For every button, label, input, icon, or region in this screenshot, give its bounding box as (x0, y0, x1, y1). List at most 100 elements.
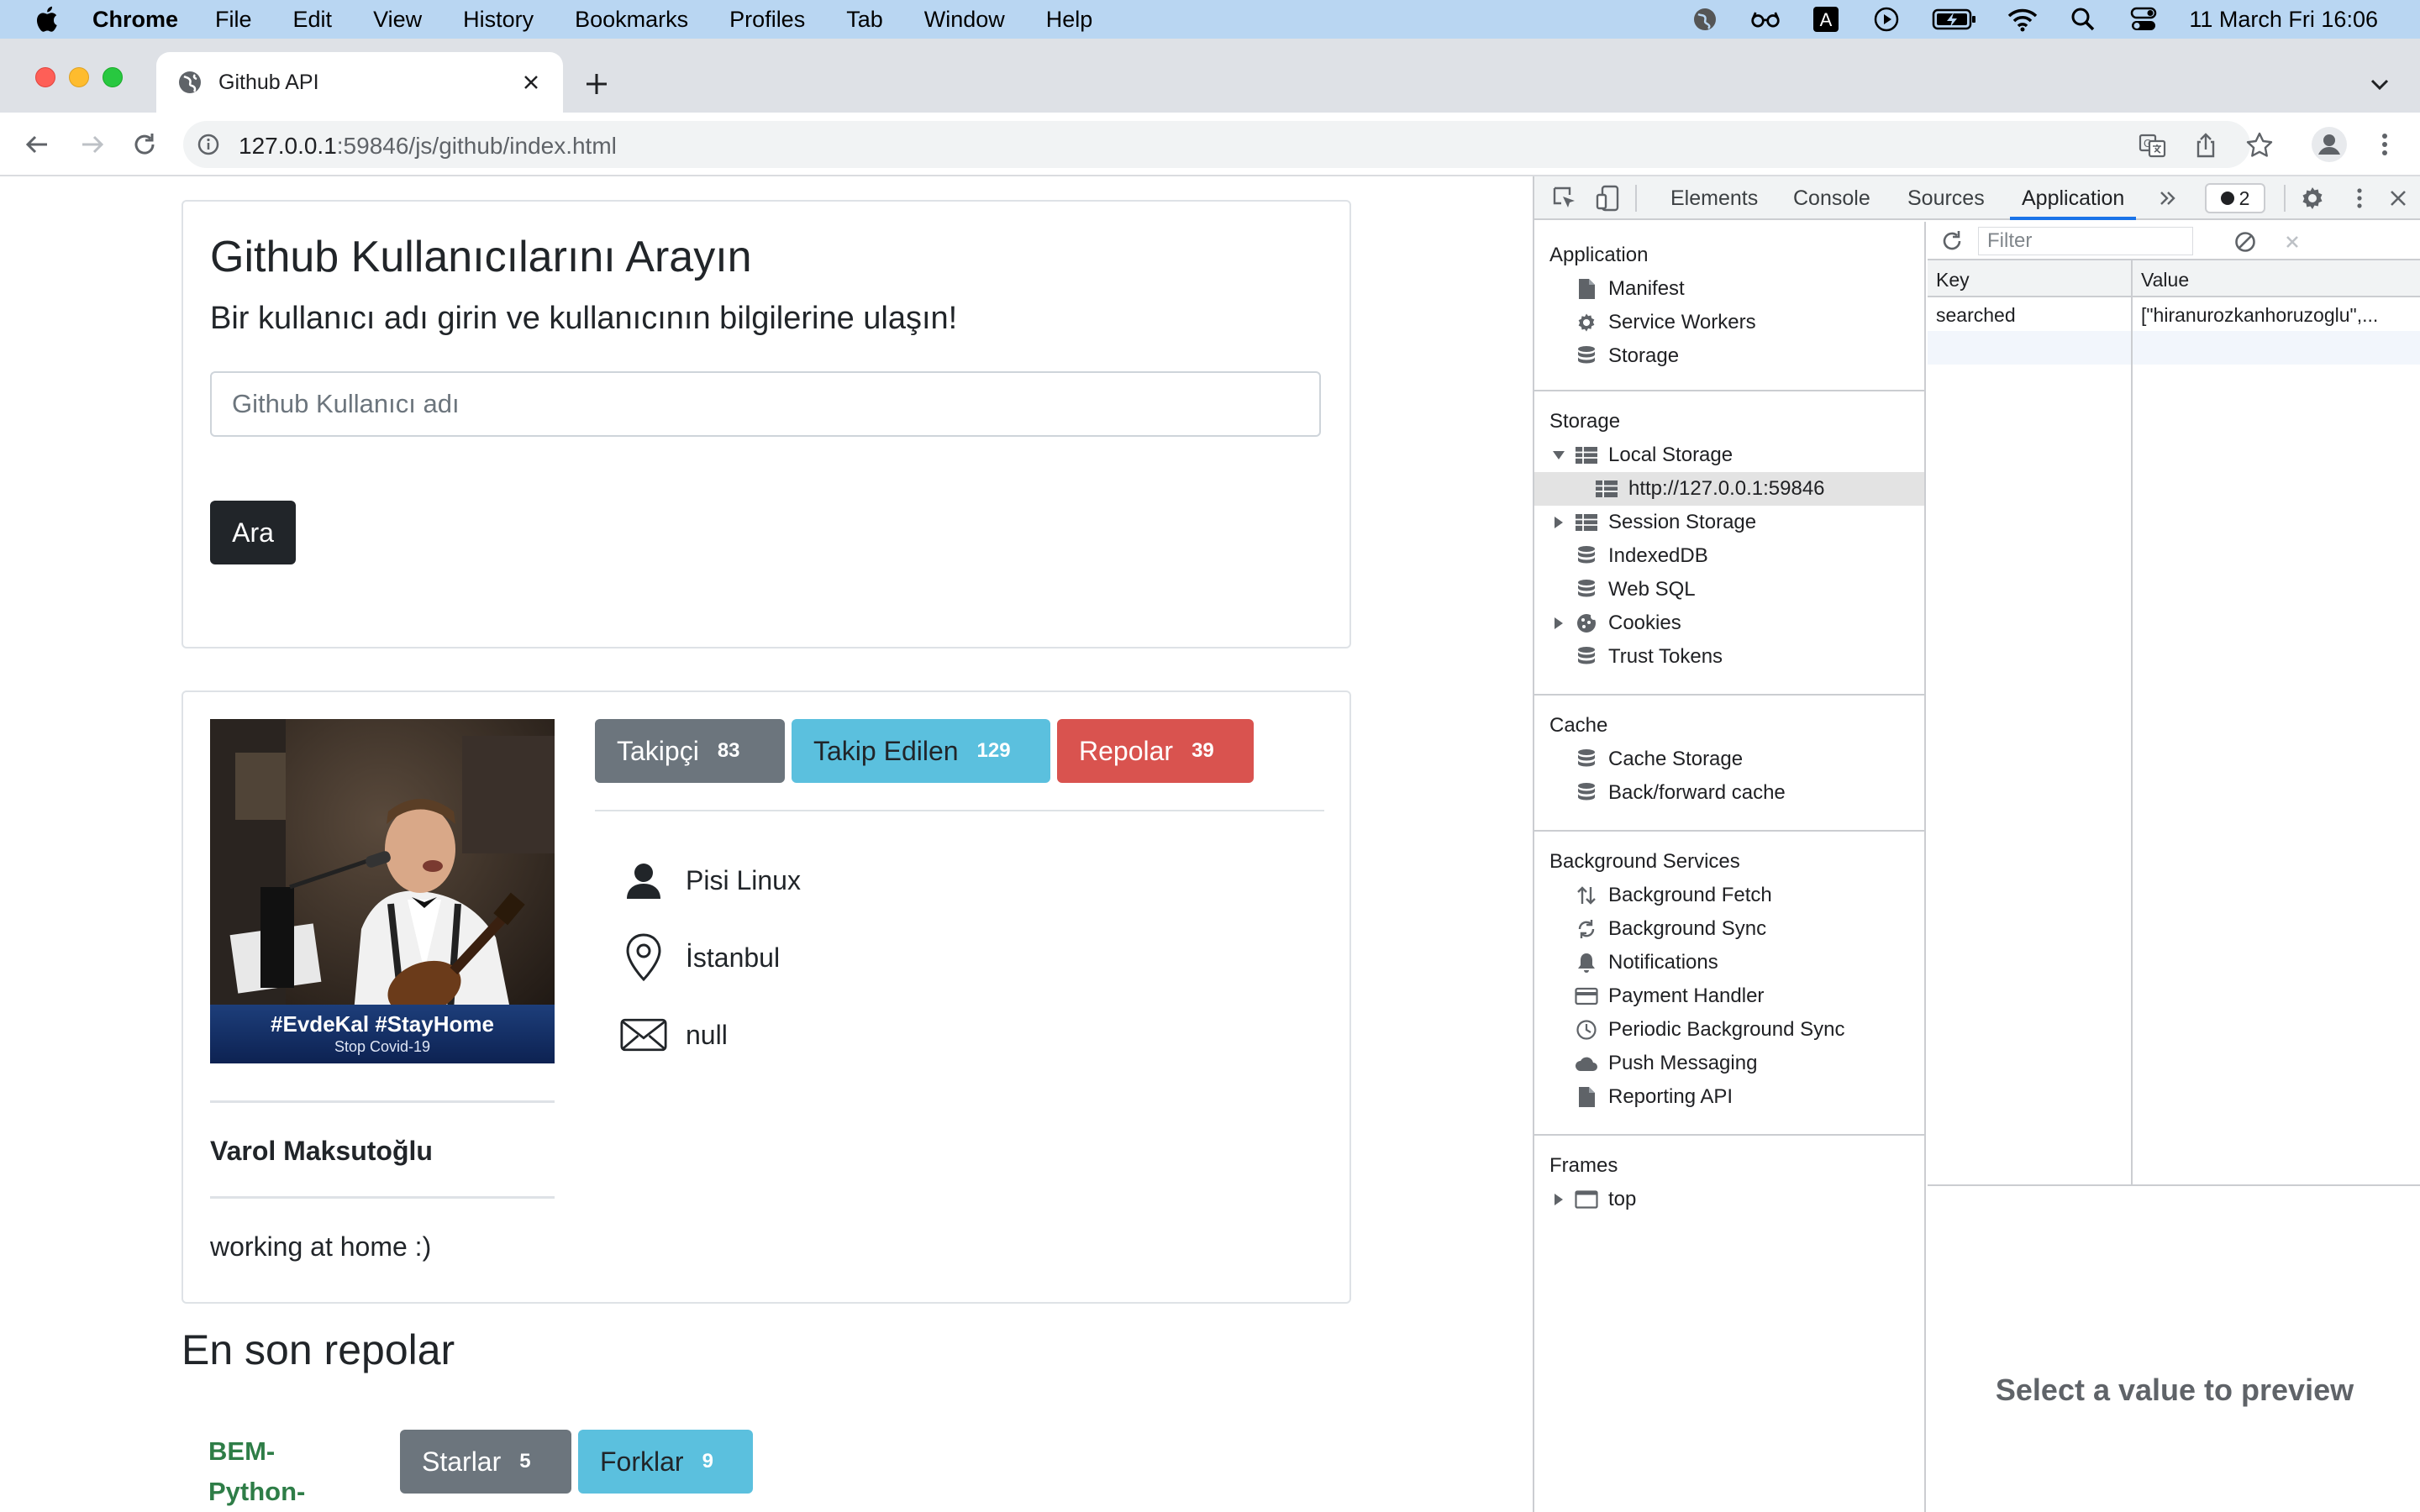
expanded-triangle-icon[interactable] (1551, 448, 1566, 463)
sidebar-item-bfcache[interactable]: Back/forward cache (1534, 776, 1924, 810)
menu-history[interactable]: History (463, 7, 534, 33)
sidebar-item-cache-storage[interactable]: Cache Storage (1534, 743, 1924, 776)
devtools-tab-console[interactable]: Console (1793, 186, 1870, 211)
apple-logo-icon[interactable] (32, 4, 59, 34)
sidebar-item-local-storage[interactable]: Local Storage (1534, 438, 1924, 472)
collapsed-triangle-icon[interactable] (1551, 616, 1566, 631)
share-icon[interactable] (2191, 131, 2220, 160)
sidebar-item-payment-handler[interactable]: Payment Handler (1534, 979, 1924, 1013)
devtools-tab-sources[interactable]: Sources (1907, 186, 1985, 211)
collapsed-triangle-icon[interactable] (1551, 515, 1566, 530)
window-close-button[interactable] (35, 67, 55, 87)
sidebar-item-indexeddb[interactable]: IndexedDB (1534, 539, 1924, 573)
menu-bookmarks[interactable]: Bookmarks (575, 7, 688, 33)
menu-tab[interactable]: Tab (846, 7, 883, 33)
keyboard-input-icon[interactable]: A (1811, 4, 1841, 34)
forks-button[interactable]: Forklar 9 (578, 1430, 753, 1494)
sidebar-item-manifest[interactable]: Manifest (1534, 272, 1924, 306)
avatar[interactable]: #EvdeKal #StayHome Stop Covid-19 (210, 719, 555, 1063)
company-text: Pisi Linux (686, 864, 801, 895)
following-button[interactable]: Takip Edilen 129 (792, 719, 1050, 783)
delete-selected-x-icon[interactable] (2281, 230, 2304, 254)
sidebar-item-notifications[interactable]: Notifications (1534, 946, 1924, 979)
tab-search-chevron-icon[interactable] (2365, 69, 2395, 99)
filter-input[interactable] (1978, 227, 2193, 255)
more-tabs-chevron-icon[interactable] (2154, 185, 2181, 212)
issues-counter-button[interactable]: 2 (2205, 183, 2265, 213)
menubar-clock[interactable]: 11 March Fri 16:06 (2189, 7, 2378, 33)
menu-window[interactable]: Window (924, 7, 1005, 33)
devtools-tab-elements[interactable]: Elements (1670, 186, 1758, 211)
stars-button[interactable]: Starlar 5 (400, 1430, 571, 1494)
inspect-element-icon[interactable] (1551, 185, 1578, 212)
sidebar-item-background-sync[interactable]: Background Sync (1534, 912, 1924, 946)
table-row[interactable]: searched ["hiranurozkanhoruzoglu",... (1928, 297, 2420, 331)
sidebar-item-frame-top[interactable]: top (1534, 1183, 1924, 1216)
forward-arrow-icon[interactable] (76, 128, 109, 161)
chrome-menu-icon[interactable] (2368, 128, 2402, 161)
sidebar-item-session-storage[interactable]: Session Storage (1534, 506, 1924, 539)
column-header-value[interactable]: Value (2141, 269, 2189, 291)
control-center-icon[interactable] (2128, 4, 2159, 34)
avatar-caption-main: #EvdeKal #StayHome (271, 1011, 494, 1037)
menu-edit[interactable]: Edit (293, 7, 333, 33)
sidebar-section-background-services: Background Services (1549, 850, 1740, 873)
refresh-icon[interactable] (1939, 228, 1965, 254)
site-info-icon[interactable] (197, 133, 220, 156)
sidebar-item-push-messaging[interactable]: Push Messaging (1534, 1047, 1924, 1080)
window-minimize-button[interactable] (69, 67, 89, 87)
followers-button[interactable]: Takipçi 83 (595, 719, 785, 783)
sidebar-item-local-origin[interactable]: http://127.0.0.1:59846 (1534, 472, 1924, 506)
sidebar-item-service-workers[interactable]: Service Workers (1534, 306, 1924, 339)
battery-icon[interactable] (1932, 4, 1977, 34)
menu-profiles[interactable]: Profiles (729, 7, 805, 33)
sidebar-section-storage: Storage (1549, 410, 1621, 433)
address-bar[interactable]: 127.0.0.1:59846/js/github/index.html G (183, 121, 2273, 168)
column-header-key[interactable]: Key (1936, 269, 1970, 291)
database-icon (1575, 578, 1598, 601)
sidebar-item-cookies[interactable]: Cookies (1534, 606, 1924, 640)
spotlight-search-icon[interactable] (2068, 4, 2098, 34)
globe-icon[interactable] (1690, 4, 1720, 34)
menu-app-name[interactable]: Chrome (92, 7, 178, 33)
reload-icon[interactable] (128, 128, 161, 161)
settings-gear-icon[interactable] (2299, 185, 2326, 212)
search-subtitle: Bir kullanıcı adı girin ve kullanıcının … (210, 301, 958, 336)
sidebar-item-reporting-api[interactable]: Reporting API (1534, 1080, 1924, 1114)
play-icon[interactable] (1871, 4, 1902, 34)
devtools-tab-application[interactable]: Application (2022, 186, 2124, 211)
sidebar-item-storage[interactable]: Storage (1534, 339, 1924, 373)
empty-table-row[interactable] (1928, 331, 2420, 365)
github-username-input[interactable] (210, 371, 1321, 437)
following-count: 129 (976, 739, 1011, 762)
wifi-icon[interactable] (2007, 4, 2038, 34)
search-button[interactable]: Ara (210, 501, 296, 564)
cloud-icon (1575, 1052, 1598, 1075)
profile-avatar-icon[interactable] (2311, 126, 2348, 163)
glasses-icon[interactable] (1750, 4, 1781, 34)
menu-help[interactable]: Help (1046, 7, 1093, 33)
device-toolbar-icon[interactable] (1595, 185, 1622, 212)
window-zoom-button[interactable] (103, 67, 123, 87)
url-text[interactable]: 127.0.0.1:59846/js/github/index.html (239, 133, 617, 160)
translate-icon[interactable]: G (2138, 131, 2166, 160)
bookmark-star-icon[interactable] (2245, 131, 2274, 160)
new-tab-plus-icon[interactable] (580, 67, 613, 101)
close-devtools-icon[interactable] (2385, 185, 2412, 212)
collapsed-triangle-icon[interactable] (1551, 1192, 1566, 1207)
back-arrow-icon[interactable] (20, 128, 54, 161)
devtools-menu-icon[interactable] (2346, 185, 2373, 212)
clear-all-block-icon[interactable] (2233, 230, 2257, 254)
repo-link[interactable]: BEM- Python- (208, 1431, 343, 1512)
menu-view[interactable]: View (373, 7, 422, 33)
menu-file[interactable]: File (215, 7, 252, 33)
repos-label: Repolar (1079, 735, 1174, 766)
tab-close-icon[interactable] (518, 69, 544, 96)
location-row: İstanbul (620, 933, 780, 982)
sidebar-item-trust-tokens[interactable]: Trust Tokens (1534, 640, 1924, 674)
browser-tab[interactable]: Github API (156, 52, 563, 113)
sidebar-item-background-fetch[interactable]: Background Fetch (1534, 879, 1924, 912)
repos-button[interactable]: Repolar 39 (1057, 719, 1254, 783)
sidebar-item-web-sql[interactable]: Web SQL (1534, 573, 1924, 606)
sidebar-item-periodic-background-sync[interactable]: Periodic Background Sync (1534, 1013, 1924, 1047)
